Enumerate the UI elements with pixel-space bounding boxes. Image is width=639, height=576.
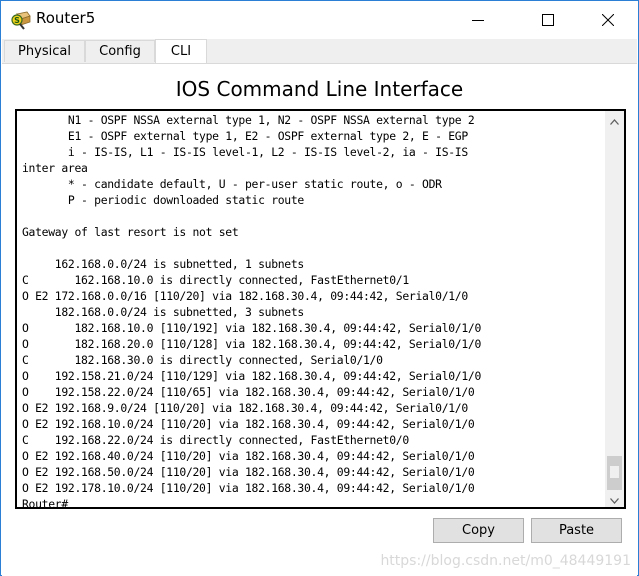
terminal-line: C 162.168.10.0 is directly connected, Fa… bbox=[22, 273, 409, 287]
terminal-line: P - periodic downloaded static route bbox=[22, 193, 304, 207]
terminal-line: O E2 192.168.50.0/24 [110/20] via 182.16… bbox=[22, 465, 475, 479]
terminal-line: i - IS-IS, L1 - IS-IS level-1, L2 - IS-I… bbox=[22, 145, 468, 159]
chevron-up-icon bbox=[610, 110, 619, 129]
close-button[interactable] bbox=[585, 1, 631, 39]
maximize-button[interactable] bbox=[525, 1, 571, 39]
minimize-icon bbox=[472, 14, 484, 26]
terminal-line: 162.168.0.0/24 is subnetted, 1 subnets bbox=[22, 257, 305, 271]
cli-panel: IOS Command Line Interface N1 - OSPF NSS… bbox=[2, 63, 637, 576]
terminal-line: Router# bbox=[22, 497, 68, 511]
terminal-line: O 182.168.20.0 [110/128] via 182.168.30.… bbox=[22, 337, 482, 351]
window-title: Router5 bbox=[36, 9, 96, 27]
scroll-down-button[interactable] bbox=[605, 490, 624, 507]
terminal-line: O E2 192.168.40.0/24 [110/20] via 182.16… bbox=[22, 449, 475, 463]
copy-button[interactable]: Copy bbox=[433, 518, 524, 543]
router-device-icon: S bbox=[11, 10, 31, 30]
terminal-line: O 192.158.22.0/24 [110/65] via 182.168.3… bbox=[22, 385, 475, 399]
terminal-line: Gateway of last resort is not set bbox=[22, 225, 239, 239]
terminal-line: O E2 172.168.0.0/16 [110/20] via 182.168… bbox=[22, 289, 468, 303]
terminal-output[interactable]: N1 - OSPF NSSA external type 1, N2 - OSP… bbox=[22, 112, 602, 512]
router-window: S Router5 Physical Config CLI IOS Comman… bbox=[0, 0, 639, 576]
tab-bar: Physical Config CLI bbox=[2, 39, 637, 63]
page-title: IOS Command Line Interface bbox=[175, 77, 464, 101]
title-bar[interactable]: S Router5 bbox=[1, 1, 638, 39]
tab-physical[interactable]: Physical bbox=[4, 40, 85, 62]
terminal-line: O E2 192.168.10.0/24 [110/20] via 182.16… bbox=[22, 417, 475, 431]
terminal-line: O E2 192.168.9.0/24 [110/20] via 182.168… bbox=[22, 401, 468, 415]
terminal-line: C 182.168.30.0 is directly connected, Se… bbox=[22, 353, 383, 367]
terminal-line: * - candidate default, U - per-user stat… bbox=[22, 177, 442, 191]
maximize-icon bbox=[542, 14, 554, 26]
chevron-down-icon bbox=[610, 489, 619, 508]
paste-button[interactable]: Paste bbox=[531, 518, 622, 543]
minimize-button[interactable] bbox=[455, 1, 501, 39]
svg-text:S: S bbox=[14, 16, 20, 25]
vertical-scrollbar[interactable] bbox=[605, 111, 624, 507]
terminal-line: 182.168.0.0/24 is subnetted, 3 subnets bbox=[22, 305, 305, 319]
terminal-line: O 182.168.10.0 [110/192] via 182.168.30.… bbox=[22, 321, 482, 335]
terminal-line: O E2 192.178.10.0/24 [110/20] via 182.16… bbox=[22, 481, 475, 495]
terminal-line: O 192.158.21.0/24 [110/129] via 182.168.… bbox=[22, 369, 482, 383]
tab-cli[interactable]: CLI bbox=[155, 39, 207, 63]
terminal-line: inter area bbox=[22, 161, 88, 175]
scroll-thumb-grip bbox=[610, 466, 619, 478]
tab-config[interactable]: Config bbox=[85, 40, 155, 62]
terminal-line: E1 - OSPF external type 1, E2 - OSPF ext… bbox=[22, 129, 468, 143]
terminal-line: N1 - OSPF NSSA external type 1, N2 - OSP… bbox=[22, 113, 475, 127]
terminal-console[interactable]: N1 - OSPF NSSA external type 1, N2 - OSP… bbox=[15, 109, 626, 512]
watermark-text: https://blog.csdn.net/m0_48449191 bbox=[380, 553, 631, 569]
close-icon bbox=[602, 14, 614, 26]
scroll-thumb[interactable] bbox=[607, 456, 622, 490]
terminal-line: C 192.168.22.0/24 is directly connected,… bbox=[22, 433, 409, 447]
scroll-up-button[interactable] bbox=[605, 111, 624, 128]
